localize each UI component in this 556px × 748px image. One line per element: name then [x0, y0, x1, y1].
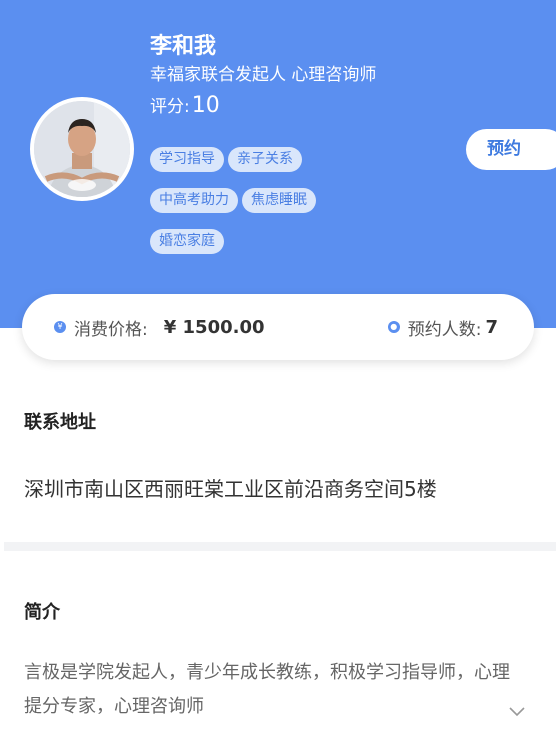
booking-count-label: 预约人数: — [407, 319, 482, 340]
counselor-name: 李和我 — [150, 34, 217, 59]
address-text: 深圳市南山区西丽旺棠工业区前沿商务空间5楼 — [24, 477, 437, 501]
avatar — [30, 97, 134, 201]
tag-list: 学习指导 亲子关系 中高考助力 焦虑睡眠 婚恋家庭 — [150, 147, 390, 270]
tag-item: 亲子关系 — [228, 147, 302, 172]
tag-item: 学习指导 — [150, 147, 224, 172]
price-value: ¥ 1500.00 — [163, 316, 265, 338]
section-divider — [4, 542, 556, 551]
counselor-profile-page: 李和我 幸福家联合发起人 心理咨询师 评分: 10 学习指导 亲子关系 中高考助力… — [0, 0, 556, 748]
address-heading: 联系地址 — [24, 408, 96, 437]
rating-label: 评分: — [150, 97, 190, 117]
chevron-down-icon[interactable] — [506, 700, 528, 722]
rating-value: 10 — [191, 93, 220, 118]
person-circle-icon: ● — [387, 321, 400, 333]
intro-heading: 简介 — [24, 598, 60, 627]
book-button[interactable]: 预约 — [466, 129, 556, 170]
stats-card: ¥ 消费价格: ¥ 1500.00 ● 预约人数: 7 — [22, 294, 534, 360]
intro-text: 言极是学院发起人，青少年成长教练，积极学习指导师，心理提分专家，心理咨询师 — [24, 662, 510, 717]
counselor-title: 幸福家联合发起人 心理咨询师 — [150, 65, 377, 85]
tag-item: 焦虑睡眠 — [242, 188, 316, 213]
booking-count-stat: ● 预约人数: 7 — [387, 294, 498, 360]
booking-count-value: 7 — [485, 316, 498, 338]
avatar-photo — [34, 101, 130, 197]
price-stat: ¥ 消费价格: ¥ 1500.00 — [54, 294, 265, 360]
tag-item: 中高考助力 — [150, 188, 238, 213]
rating: 评分: 10 — [150, 92, 220, 118]
intro-heading-text: 简介 — [24, 602, 60, 623]
address-heading-text: 联系地址 — [24, 412, 96, 433]
tag-item: 婚恋家庭 — [150, 229, 224, 254]
profile-header: 李和我 幸福家联合发起人 心理咨询师 评分: 10 学习指导 亲子关系 中高考助力… — [0, 0, 556, 328]
yen-circle-icon: ¥ — [54, 321, 66, 333]
price-label: 消费价格: — [74, 319, 148, 340]
